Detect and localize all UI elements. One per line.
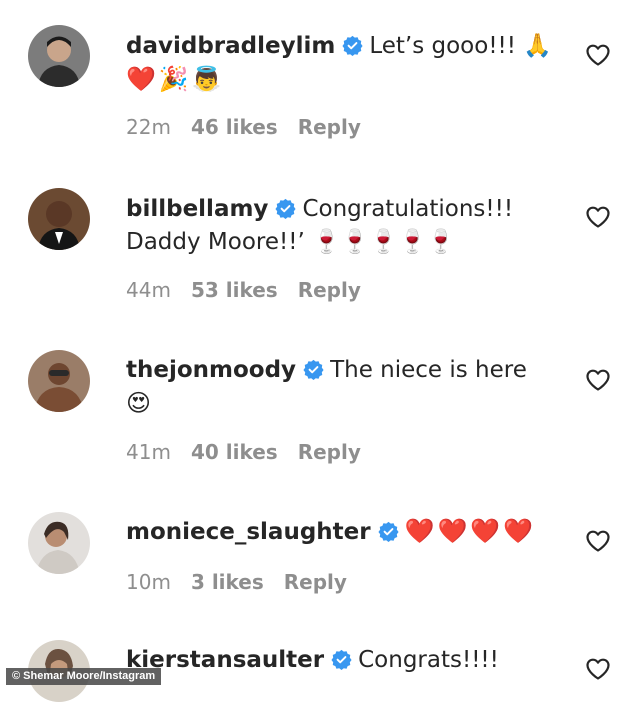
comment-meta: 44m 53 likes Reply — [126, 278, 361, 302]
comment-body: Congratulations!!! — [302, 196, 514, 222]
heart-outline-icon[interactable] — [585, 205, 611, 229]
comment-body-line2: Daddy Moore!!’ 🍷🍷🍷🍷🍷 — [126, 229, 456, 255]
reply-button[interactable]: Reply — [298, 115, 361, 139]
comment-likes[interactable]: 46 likes — [191, 115, 278, 139]
comment-time: 10m — [126, 570, 171, 594]
photo-credit: © Shemar Moore/Instagram — [6, 668, 162, 685]
heart-outline-icon[interactable] — [585, 368, 611, 392]
verified-badge-icon — [303, 359, 324, 380]
comment-likes[interactable]: 53 likes — [191, 278, 278, 302]
reply-button[interactable]: Reply — [298, 278, 361, 302]
heart-outline-icon[interactable] — [585, 657, 611, 681]
comment-body: ❤️❤️❤️❤️ — [404, 517, 537, 545]
verified-badge-icon — [342, 35, 363, 56]
avatar[interactable] — [28, 512, 90, 574]
comment-meta: 41m 40 likes Reply — [126, 440, 361, 464]
comment-likes[interactable]: 3 likes — [191, 570, 264, 594]
comment-username[interactable]: moniece_slaughter — [126, 519, 371, 545]
comment-text: billbellamy Congratulations!!! Daddy Moor… — [126, 193, 556, 259]
comment-body: Congrats!!!! — [358, 647, 499, 673]
verified-badge-icon — [275, 198, 296, 219]
comment-username[interactable]: davidbradleylim — [126, 33, 335, 59]
comment-body: Let’s gooo!!! 🙏 — [369, 33, 552, 59]
comment-meta: 22m 46 likes Reply — [126, 115, 361, 139]
avatar[interactable] — [28, 188, 90, 250]
comment-text: thejonmoody The niece is here 😍 — [126, 354, 556, 421]
comment-text: davidbradleylim Let’s gooo!!! 🙏 ❤️🎉👼 — [126, 30, 556, 97]
reply-button[interactable]: Reply — [298, 440, 361, 464]
comment-meta: 10m 3 likes Reply — [126, 570, 347, 594]
comment-username[interactable]: billbellamy — [126, 196, 268, 222]
comment-emoji-line: 😍 — [126, 389, 155, 417]
verified-badge-icon — [331, 649, 352, 670]
heart-outline-icon[interactable] — [585, 529, 611, 553]
comment-time: 44m — [126, 278, 171, 302]
comment-text: kierstansaulter Congrats!!!! — [126, 644, 556, 677]
comment-time: 41m — [126, 440, 171, 464]
comment-likes[interactable]: 40 likes — [191, 440, 278, 464]
comment-body: The niece is here — [330, 357, 527, 383]
comment-emoji-line: ❤️🎉👼 — [126, 65, 225, 93]
avatar[interactable] — [28, 25, 90, 87]
avatar[interactable] — [28, 350, 90, 412]
comment-text: moniece_slaughter ❤️❤️❤️❤️ — [126, 515, 556, 549]
comment-username[interactable]: thejonmoody — [126, 357, 296, 383]
comment-time: 22m — [126, 115, 171, 139]
verified-badge-icon — [378, 521, 399, 542]
heart-outline-icon[interactable] — [585, 43, 611, 67]
reply-button[interactable]: Reply — [284, 570, 347, 594]
